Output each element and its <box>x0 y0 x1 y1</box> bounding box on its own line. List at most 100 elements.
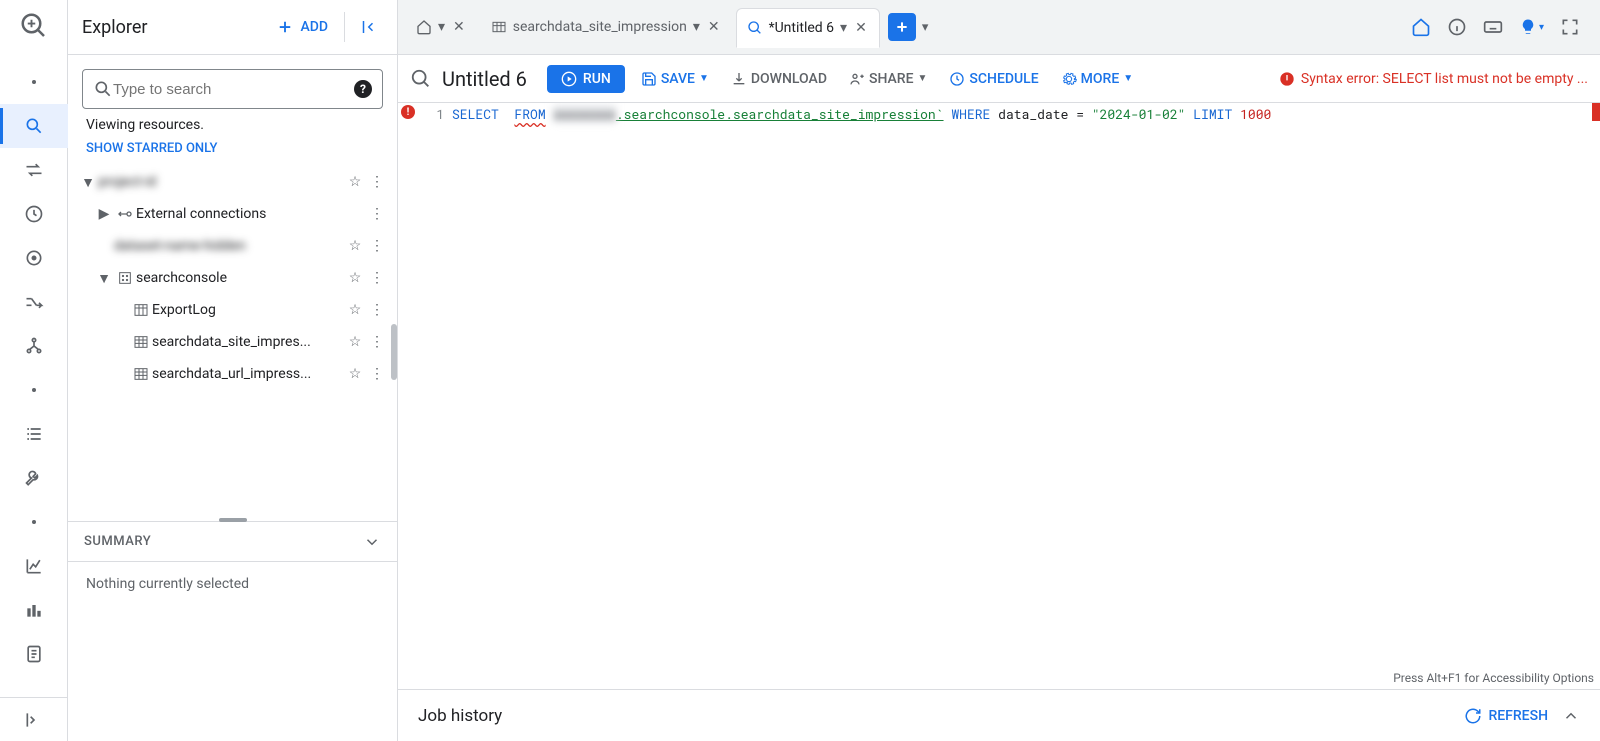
run-button[interactable]: RUN <box>547 65 625 93</box>
rail-dot-3[interactable] <box>0 500 68 544</box>
download-button[interactable]: DOWNLOAD <box>725 67 833 91</box>
star-icon[interactable]: ☆ <box>343 238 367 254</box>
table-site-impression-row[interactable]: searchdata_site_impres... ☆ ⋮ <box>74 326 391 358</box>
kebab-icon[interactable]: ⋮ <box>367 302 387 318</box>
dataset-searchconsole-row[interactable]: ▼ searchconsole ☆ ⋮ <box>74 262 391 294</box>
star-icon[interactable]: ☆ <box>343 366 367 382</box>
table-url-impression-row[interactable]: searchdata_url_impress... ☆ ⋮ <box>74 358 391 390</box>
search-icon <box>24 116 44 136</box>
tab-home[interactable]: ▾ ✕ <box>406 7 477 47</box>
chevron-down-icon[interactable] <box>363 533 381 551</box>
dataset-row-hidden[interactable]: dataset-name-hidden ☆ ⋮ <box>74 230 391 262</box>
error-text: Syntax error: SELECT list must not be em… <box>1301 71 1588 87</box>
project-row[interactable]: ▼ project-id ☆ ⋮ <box>74 166 391 198</box>
tree-scrollbar[interactable] <box>391 324 397 380</box>
refresh-button[interactable]: REFRESH <box>1464 707 1548 725</box>
kebab-icon[interactable]: ⋮ <box>367 238 387 254</box>
chevron-down-icon[interactable]: ▼ <box>918 73 928 84</box>
error-marker[interactable] <box>1592 103 1600 121</box>
kebab-icon[interactable]: ⋮ <box>367 270 387 286</box>
rail-expand[interactable] <box>0 697 68 741</box>
external-connections-row[interactable]: ▶ External connections ⋮ <box>74 198 391 230</box>
rail-pipeline[interactable] <box>0 280 68 324</box>
more-button[interactable]: MORE ▼ <box>1055 67 1140 91</box>
star-icon[interactable]: ☆ <box>343 334 367 350</box>
star-icon[interactable]: ☆ <box>343 174 367 190</box>
rail-history[interactable] <box>0 192 68 236</box>
sql-editor[interactable]: ! 1 SELECT FROM xxxxxxxx.searchconsole.s… <box>398 103 1600 689</box>
chevron-down-icon[interactable]: ▼ <box>1123 73 1133 84</box>
fullscreen-icon[interactable] <box>1560 17 1580 37</box>
rail-transfers[interactable] <box>0 148 68 192</box>
kebab-icon[interactable]: ⋮ <box>367 174 387 190</box>
summary-empty-text: Nothing currently selected <box>86 576 249 592</box>
error-dot-icon[interactable]: ! <box>401 105 415 119</box>
table-icon <box>130 334 152 350</box>
rail-chart[interactable] <box>0 544 68 588</box>
rail-bars[interactable] <box>0 588 68 632</box>
pipeline-icon <box>24 292 44 312</box>
star-icon[interactable]: ☆ <box>343 302 367 318</box>
tab-close[interactable]: ✕ <box>706 19 722 35</box>
table-label: ExportLog <box>152 302 343 318</box>
rail-lineage[interactable] <box>0 324 68 368</box>
tab-close[interactable]: ✕ <box>853 20 869 36</box>
chevron-down-icon[interactable]: ▼ <box>699 73 709 84</box>
search-box[interactable]: ? <box>82 69 383 109</box>
rail-dot-2[interactable] <box>0 368 68 412</box>
schedule-button[interactable]: SCHEDULE <box>943 67 1044 91</box>
lightbulb-icon[interactable]: ▾ <box>1519 18 1544 36</box>
rail-target[interactable] <box>0 236 68 280</box>
collapse-explorer-button[interactable] <box>344 12 383 42</box>
date-literal: "2024-01-02" <box>1092 105 1186 123</box>
caret-down-icon[interactable]: ▼ <box>94 270 114 287</box>
new-tab-dropdown[interactable]: ▾ <box>922 20 929 35</box>
kebab-icon[interactable]: ⋮ <box>367 366 387 382</box>
home-outline-icon[interactable] <box>1411 17 1431 37</box>
show-starred-link[interactable]: SHOW STARRED ONLY <box>68 139 397 166</box>
table-exportlog-row[interactable]: ExportLog ☆ ⋮ <box>74 294 391 326</box>
table-icon <box>491 19 507 35</box>
resource-tree: ▼ project-id ☆ ⋮ ▶ External connections … <box>68 166 397 521</box>
tab-searchdata-site-impression[interactable]: searchdata_site_impression ▾ ✕ <box>481 7 732 47</box>
star-icon[interactable]: ☆ <box>343 270 367 286</box>
rail-doc[interactable] <box>0 632 68 676</box>
tab-close[interactable]: ✕ <box>451 19 467 35</box>
rail-wrench[interactable] <box>0 456 68 500</box>
new-tab-button[interactable] <box>888 13 916 41</box>
chart-icon <box>24 556 44 576</box>
project-label: project-id <box>98 174 343 190</box>
info-icon[interactable] <box>1447 17 1467 37</box>
share-button[interactable]: SHARE ▼ <box>843 67 933 91</box>
save-button[interactable]: SAVE ▼ <box>635 67 715 91</box>
kebab-icon[interactable]: ⋮ <box>367 334 387 350</box>
refresh-icon <box>1464 707 1482 725</box>
search-input[interactable] <box>113 81 354 98</box>
tab-dropdown[interactable]: ▾ <box>438 19 445 35</box>
job-history-bar: Job history REFRESH <box>398 689 1600 741</box>
play-icon <box>561 71 577 87</box>
caret-down-icon[interactable]: ▼ <box>78 174 98 191</box>
code-area[interactable]: SELECT FROM xxxxxxxx.searchconsole.searc… <box>452 103 1600 689</box>
caret-right-icon[interactable]: ▶ <box>94 206 114 222</box>
rail-dot-1[interactable] <box>0 60 68 104</box>
drag-handle-icon[interactable] <box>219 518 247 522</box>
query-toolbar: Untitled 6 RUN SAVE ▼ DOWNLOAD SHARE ▼ <box>398 55 1600 103</box>
rail-search[interactable] <box>0 104 68 148</box>
tab-dropdown[interactable]: ▾ <box>840 20 847 36</box>
tab-dropdown[interactable]: ▾ <box>693 19 700 35</box>
keyboard-icon[interactable] <box>1483 17 1503 37</box>
schedule-icon <box>949 71 965 87</box>
kebab-icon[interactable]: ⋮ <box>367 206 387 222</box>
search-help-icon[interactable]: ? <box>354 80 372 98</box>
tab-bar: ▾ ✕ searchdata_site_impression ▾ ✕ *Unti… <box>398 0 1600 55</box>
project-blurred: xxxxxxxx <box>553 105 615 123</box>
bigquery-logo-icon <box>16 8 52 44</box>
chevron-up-icon[interactable] <box>1562 707 1580 725</box>
save-icon <box>641 71 657 87</box>
add-button[interactable]: ADD <box>268 12 336 42</box>
rail-list[interactable] <box>0 412 68 456</box>
summary-bar[interactable]: SUMMARY <box>68 521 397 561</box>
schedule-label: SCHEDULE <box>969 71 1038 87</box>
tab-untitled-6[interactable]: *Untitled 6 ▾ ✕ <box>736 8 880 48</box>
